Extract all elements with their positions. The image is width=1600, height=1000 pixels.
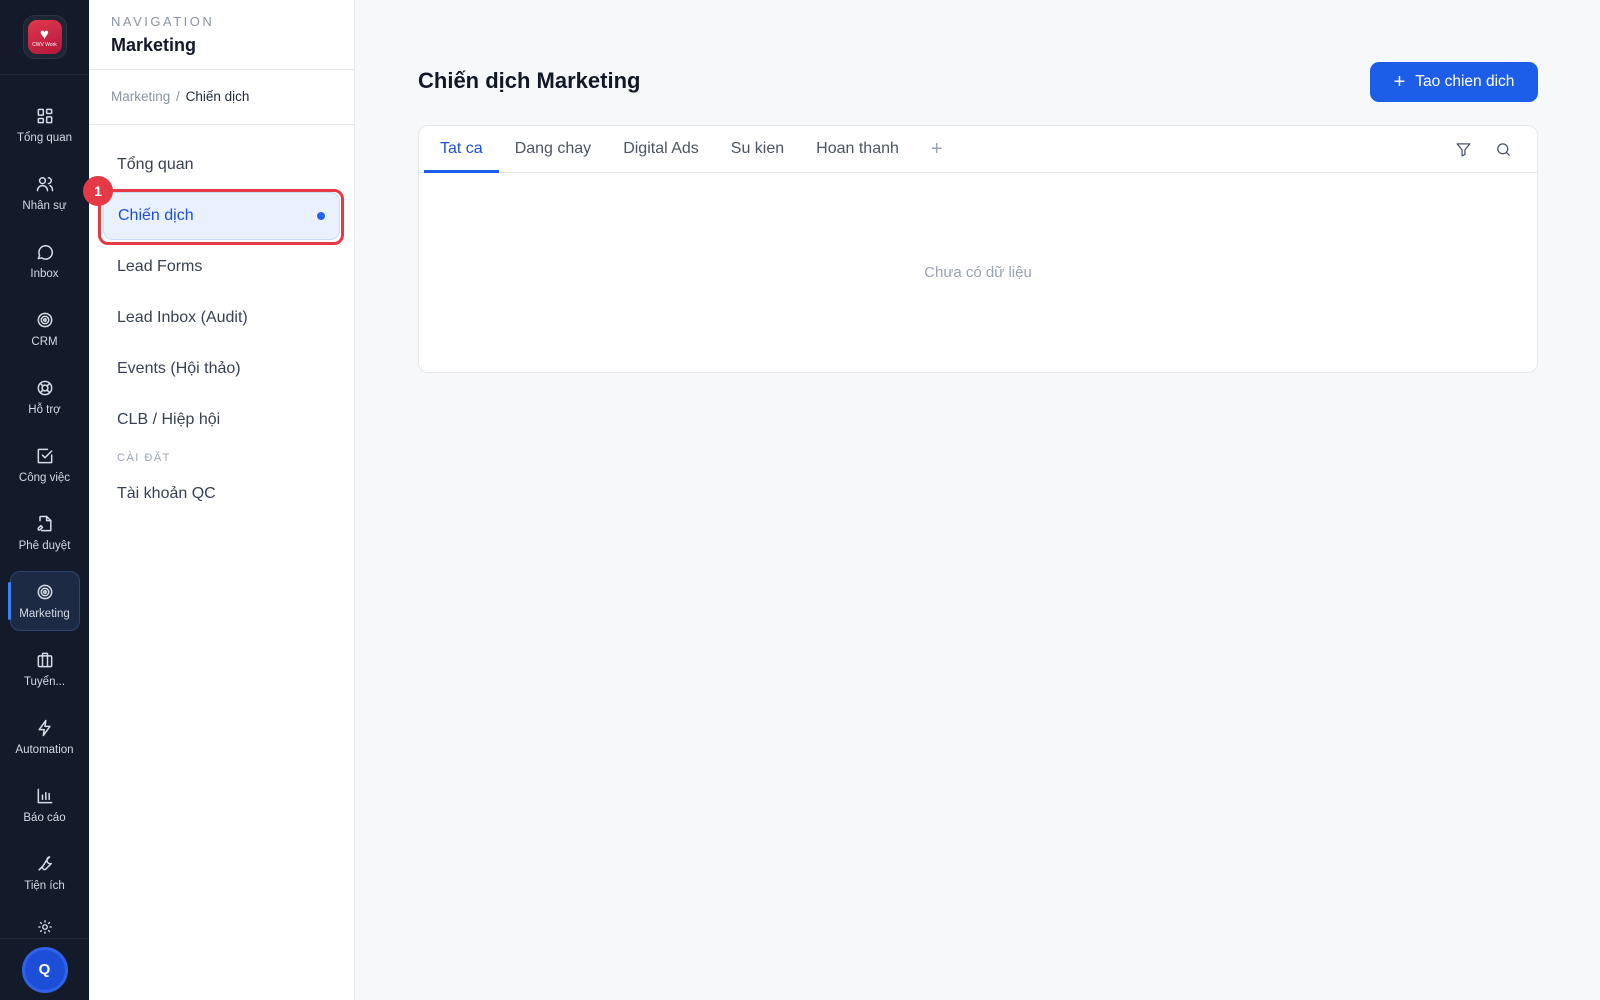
rail-item-tien-ich[interactable]: Tiện ích bbox=[10, 843, 80, 903]
rail-item-label: CRM bbox=[31, 336, 58, 348]
rail-nav: Tổng quan Nhân sự Inbox CRM Hỗ trợ Công … bbox=[7, 75, 80, 911]
search-button[interactable] bbox=[1483, 130, 1523, 170]
target-icon bbox=[37, 584, 52, 600]
add-tab-button[interactable]: + bbox=[915, 126, 959, 172]
plus-icon: + bbox=[1393, 71, 1406, 93]
breadcrumb: Marketing / Chiến dịch bbox=[89, 70, 354, 125]
nav-item-lead-inbox[interactable]: Lead Inbox (Audit) bbox=[103, 294, 340, 342]
nav-eyebrow: NAVIGATION bbox=[111, 14, 215, 29]
nav-item-tai-khoan-qc[interactable]: Tài khoản QC bbox=[103, 470, 340, 518]
rail-item-bao-cao[interactable]: Báo cáo bbox=[10, 775, 80, 835]
nav-title: Marketing bbox=[111, 35, 197, 55]
tab-tat-ca[interactable]: Tat ca bbox=[424, 126, 499, 173]
tab-label: Tat ca bbox=[440, 140, 483, 157]
app-rail: ♥ CWV Work Tổng quan Nhân sự Inbox CRM H… bbox=[0, 0, 89, 1000]
tab-label: Hoan thanh bbox=[816, 140, 899, 157]
rail-item-label: Tuyển... bbox=[23, 676, 66, 688]
active-dot-icon bbox=[317, 212, 325, 220]
tab-hoan-thanh[interactable]: Hoan thanh bbox=[800, 126, 915, 172]
nav-header: NAVIGATION Marketing bbox=[89, 0, 354, 70]
tab-tools bbox=[1443, 126, 1523, 173]
file-sign-icon bbox=[37, 515, 52, 532]
grid-icon bbox=[37, 108, 52, 124]
rail-item-label: Marketing bbox=[19, 608, 70, 620]
breadcrumb-parent[interactable]: Marketing bbox=[111, 89, 170, 104]
search-icon bbox=[1496, 143, 1510, 156]
rail-item-automation[interactable]: Automation bbox=[10, 707, 80, 767]
empty-state-text: Chưa có dữ liệu bbox=[924, 264, 1032, 281]
tab-dang-chay[interactable]: Dang chay bbox=[499, 126, 608, 172]
nav-item-label: Chiến dịch bbox=[118, 207, 194, 224]
nav-item-label: Events (Hội thảo) bbox=[117, 360, 241, 377]
rail-item-ho-tro[interactable]: Hỗ trợ bbox=[10, 367, 80, 427]
lightning-icon bbox=[37, 719, 51, 737]
rail-item-phe-duyet[interactable]: Phê duyệt bbox=[10, 503, 80, 563]
nav-item-events[interactable]: Events (Hội thảo) bbox=[103, 345, 340, 393]
rail-item-inbox[interactable]: Inbox bbox=[10, 231, 80, 291]
rail-item-crm[interactable]: CRM bbox=[10, 299, 80, 359]
rail-item-label: Inbox bbox=[30, 268, 59, 280]
avatar[interactable]: Q bbox=[21, 946, 68, 993]
user-area: Q bbox=[0, 938, 89, 1000]
rail-item-label: Công việc bbox=[18, 472, 71, 484]
app-logo[interactable]: ♥ CWV Work bbox=[22, 15, 67, 59]
checkbox-icon bbox=[37, 448, 52, 464]
navigation-panel: NAVIGATION Marketing Marketing / Chiến d… bbox=[83, 0, 355, 1000]
rail-item-tong-quan[interactable]: Tổng quan bbox=[10, 95, 80, 155]
tab-su-kien[interactable]: Su kien bbox=[715, 126, 800, 172]
wrench-icon bbox=[37, 856, 52, 871]
nav-item-label: CLB / Hiệp hội bbox=[117, 411, 221, 428]
nav-item-tong-quan[interactable]: Tổng quan bbox=[103, 141, 340, 189]
briefcase-icon bbox=[37, 652, 52, 668]
filter-icon bbox=[1455, 143, 1471, 157]
nav-item-chien-dich[interactable]: Chiến dịch bbox=[103, 192, 340, 240]
target-icon bbox=[37, 312, 52, 328]
rail-item-label: Nhân sự bbox=[22, 200, 67, 212]
users-icon bbox=[36, 177, 53, 192]
nav-section-settings: CÀI ĐẶT bbox=[117, 452, 171, 464]
rail-item-label: Phê duyệt bbox=[18, 540, 71, 552]
chat-icon bbox=[37, 245, 53, 260]
heart-logo-icon: ♥ CWV Work bbox=[27, 20, 62, 54]
tab-label: Digital Ads bbox=[623, 140, 699, 157]
breadcrumb-current: Chiến dịch bbox=[185, 89, 250, 104]
page-title: Chiến dịch Marketing bbox=[418, 68, 641, 93]
rail-item-label: Tiện ích bbox=[24, 880, 65, 892]
nav-item-label: Tổng quan bbox=[117, 156, 194, 173]
rail-item-nhan-su[interactable]: Nhân sự bbox=[10, 163, 80, 223]
tab-label: Su kien bbox=[730, 140, 785, 157]
nav-item-clb[interactable]: CLB / Hiệp hội bbox=[103, 396, 340, 444]
filter-button[interactable] bbox=[1443, 130, 1483, 170]
create-campaign-button[interactable]: + Tao chien dich bbox=[1370, 62, 1538, 102]
nav-item-lead-forms[interactable]: Lead Forms bbox=[103, 243, 340, 291]
nav-list: Tổng quan Chiến dịch Lead Forms Lead Inb… bbox=[89, 125, 354, 518]
nav-item-label: Lead Forms bbox=[117, 258, 203, 275]
nav-item-label: Tài khoản QC bbox=[117, 485, 216, 502]
rail-item-label: Hỗ trợ bbox=[28, 404, 61, 416]
bar-chart-icon bbox=[37, 788, 52, 804]
rail-item-tuyen-dung[interactable]: Tuyển... bbox=[10, 639, 80, 699]
rail-item-label: Tổng quan bbox=[17, 132, 72, 144]
rail-item-label: Automation bbox=[15, 744, 74, 756]
rail-item-label: Báo cáo bbox=[23, 812, 66, 824]
campaign-card: Tat ca Dang chay Digital Ads Su kien Hoa… bbox=[418, 125, 1538, 373]
step-number-badge: 1 bbox=[83, 176, 113, 206]
lifebuoy-icon bbox=[37, 380, 52, 396]
tab-label: Dang chay bbox=[514, 140, 592, 157]
nav-item-label: Lead Inbox (Audit) bbox=[117, 309, 248, 326]
tab-digital-ads[interactable]: Digital Ads bbox=[607, 126, 715, 172]
main-content: Chiến dịch Marketing + Tao chien dich Ta… bbox=[356, 0, 1600, 1000]
logo-area: ♥ CWV Work bbox=[0, 0, 89, 75]
rail-item-cong-viec[interactable]: Công việc bbox=[10, 435, 80, 495]
rail-item-marketing[interactable]: Marketing bbox=[7, 571, 80, 631]
empty-state: Chưa có dữ liệu bbox=[419, 173, 1537, 372]
settings-gear[interactable] bbox=[0, 918, 89, 936]
create-campaign-label: Tao chien dich bbox=[1415, 73, 1515, 90]
campaign-tabs: Tat ca Dang chay Digital Ads Su kien Hoa… bbox=[419, 126, 1537, 173]
breadcrumb-separator: / bbox=[176, 89, 180, 104]
gear-icon bbox=[37, 920, 52, 934]
